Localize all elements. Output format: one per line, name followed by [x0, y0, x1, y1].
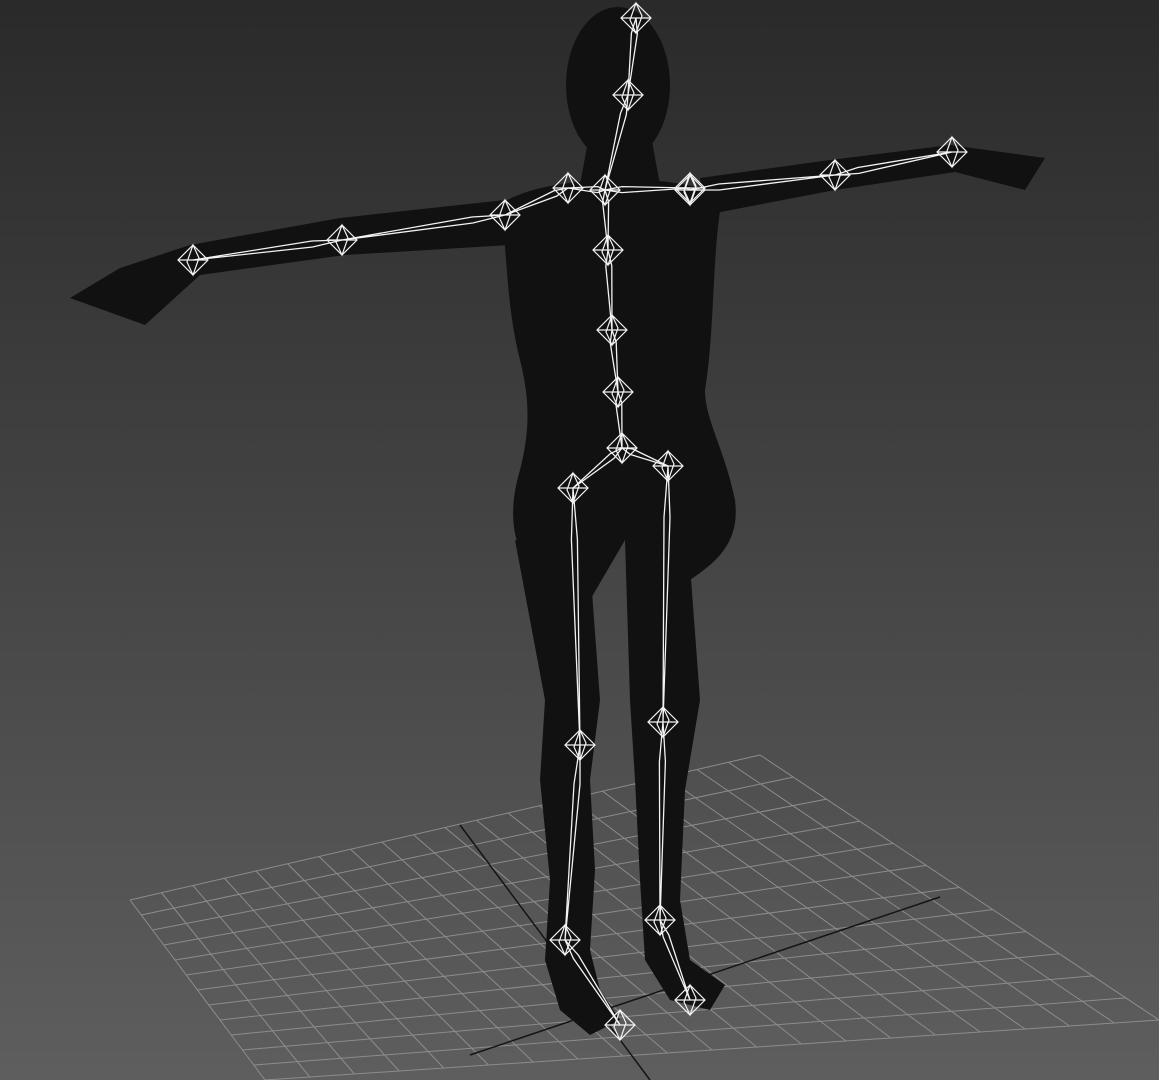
3d-viewport[interactable]: [0, 0, 1159, 1080]
viewport-canvas[interactable]: [0, 0, 1159, 1080]
